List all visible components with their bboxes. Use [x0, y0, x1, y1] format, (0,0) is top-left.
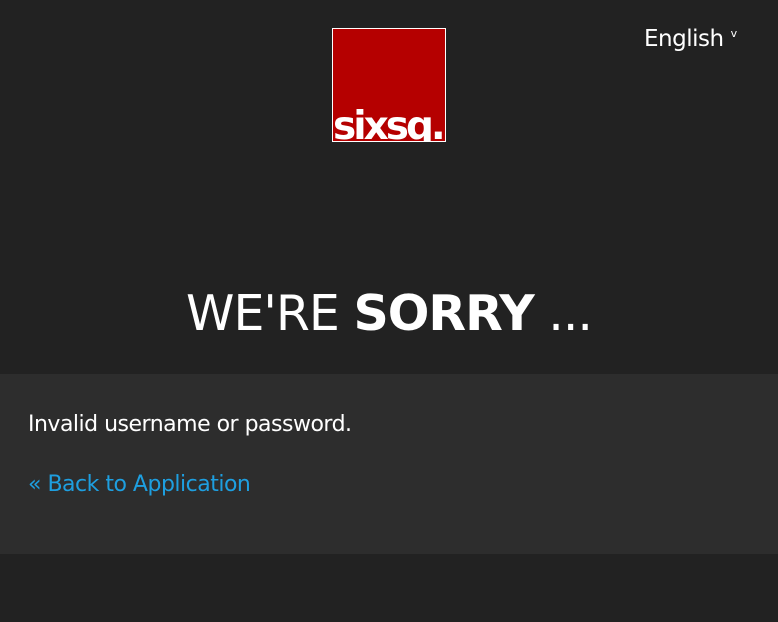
sixsq-logo: sixsq.: [332, 28, 446, 142]
page-title: WE'RE SORRY ...: [0, 281, 778, 347]
message-panel: [0, 374, 778, 554]
title-bold: SORRY: [353, 285, 534, 342]
title-ellipsis: ...: [533, 285, 593, 342]
error-message: Invalid username or password.: [28, 412, 352, 437]
language-label: English: [644, 26, 724, 52]
chevron-down-icon: v: [730, 27, 738, 40]
logo-text: sixsq.: [333, 104, 445, 142]
back-to-application-link[interactable]: « Back to Application: [28, 469, 251, 501]
title-light: WE'RE: [186, 285, 354, 342]
error-page: English v sixsq. WE'RE SORRY ... Invalid…: [0, 0, 778, 622]
language-selector[interactable]: English v: [644, 25, 737, 53]
